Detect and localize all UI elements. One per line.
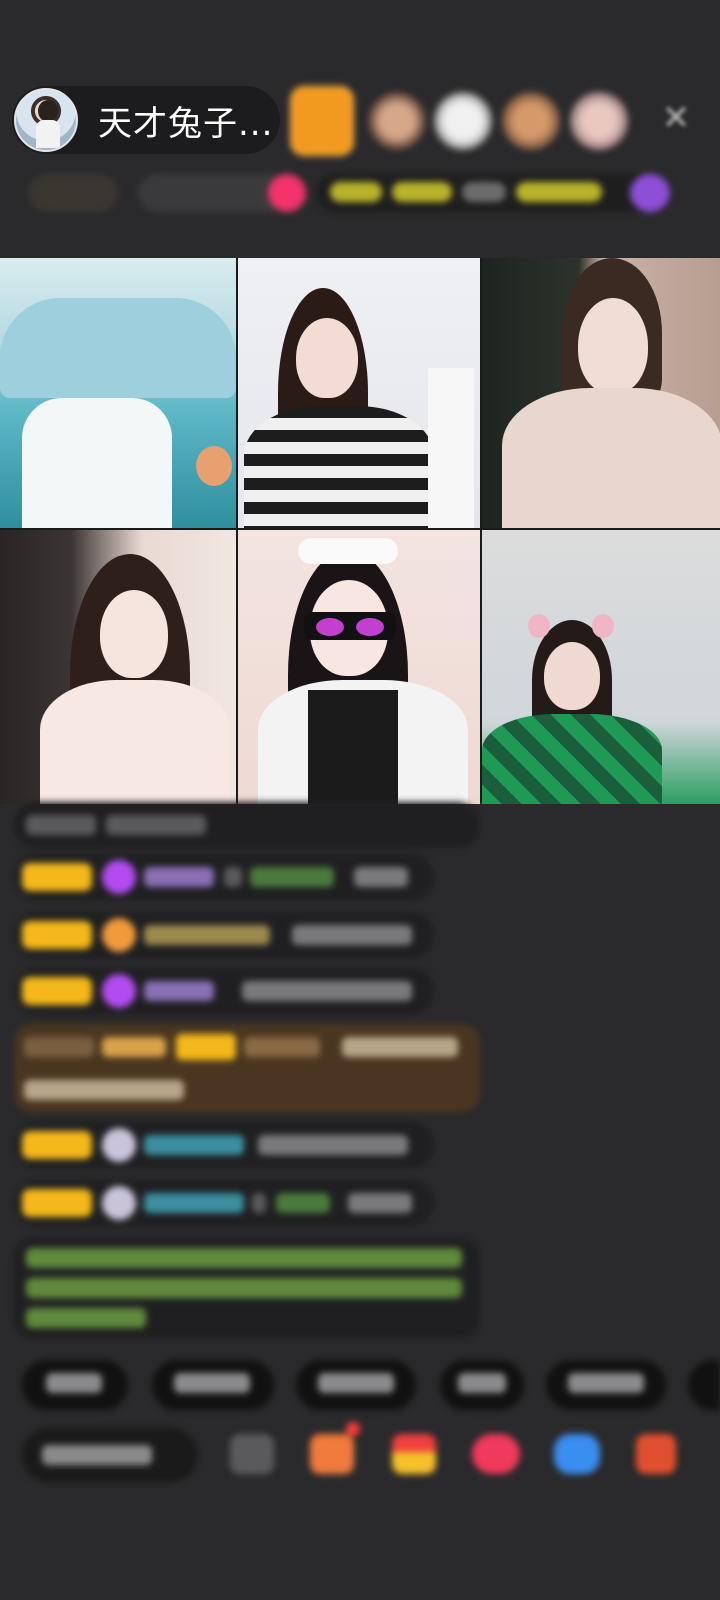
level-chip[interactable] — [28, 174, 118, 212]
viewer-avatar-4[interactable] — [502, 92, 560, 150]
heart-icon[interactable] — [268, 174, 306, 212]
gem-icon — [102, 860, 136, 894]
gem-icon — [102, 918, 136, 952]
notification-dot — [346, 1422, 360, 1436]
host-info-pill[interactable]: 天才兔子... — [12, 86, 280, 154]
status-chip-row — [20, 170, 690, 216]
activity-tag-4 — [516, 182, 602, 202]
video-tile-4[interactable] — [0, 530, 236, 804]
chat-message-6[interactable] — [14, 1122, 434, 1168]
user-avatar-icon — [102, 1128, 136, 1162]
chat-message-1[interactable] — [14, 802, 480, 848]
user-avatar-icon — [102, 1186, 136, 1220]
system-notice — [14, 1238, 480, 1338]
video-tile-3[interactable] — [482, 258, 720, 528]
quick-reply-6[interactable] — [688, 1360, 720, 1410]
gift-box-icon[interactable] — [392, 1434, 436, 1474]
host-avatar[interactable] — [14, 88, 78, 152]
heart-gift-icon[interactable] — [472, 1434, 520, 1474]
chat-message-4[interactable] — [14, 968, 434, 1014]
quick-reply-3[interactable] — [296, 1360, 416, 1410]
quick-reply-4[interactable] — [440, 1360, 524, 1410]
viewer-avatar-3[interactable] — [434, 92, 492, 150]
video-tile-6[interactable] — [482, 530, 720, 804]
share-icon[interactable] — [230, 1434, 274, 1474]
fans-club-icon[interactable] — [310, 1434, 354, 1474]
quick-reply-2[interactable] — [152, 1360, 274, 1410]
game-icon[interactable] — [554, 1434, 600, 1474]
close-icon[interactable]: ✕ — [660, 100, 692, 136]
chat-message-5[interactable] — [14, 1024, 480, 1112]
video-tile-1[interactable] — [0, 258, 236, 528]
gem-icon — [102, 974, 136, 1008]
video-tile-5[interactable] — [238, 530, 480, 804]
rank-chip[interactable] — [138, 174, 288, 212]
activity-tag-3 — [462, 182, 506, 202]
host-name: 天才兔子... — [98, 103, 274, 144]
chat-message-7[interactable] — [14, 1180, 434, 1226]
quick-reply-1[interactable] — [22, 1360, 128, 1410]
activity-tag-1 — [330, 182, 382, 202]
quick-reply-5[interactable] — [546, 1360, 666, 1410]
multi-guest-video-grid — [0, 258, 720, 804]
video-tile-2[interactable] — [238, 258, 480, 528]
chat-message-2[interactable] — [14, 854, 434, 900]
viewer-avatar-5[interactable] — [570, 92, 628, 150]
chat-input[interactable] — [22, 1428, 198, 1482]
chat-message-3[interactable] — [14, 912, 434, 958]
gift-icon[interactable] — [630, 174, 670, 212]
viewer-avatar-2[interactable] — [368, 92, 426, 150]
activity-tag-2 — [392, 182, 452, 202]
viewer-avatar-1[interactable] — [290, 86, 354, 156]
more-gifts-icon[interactable] — [636, 1434, 676, 1474]
